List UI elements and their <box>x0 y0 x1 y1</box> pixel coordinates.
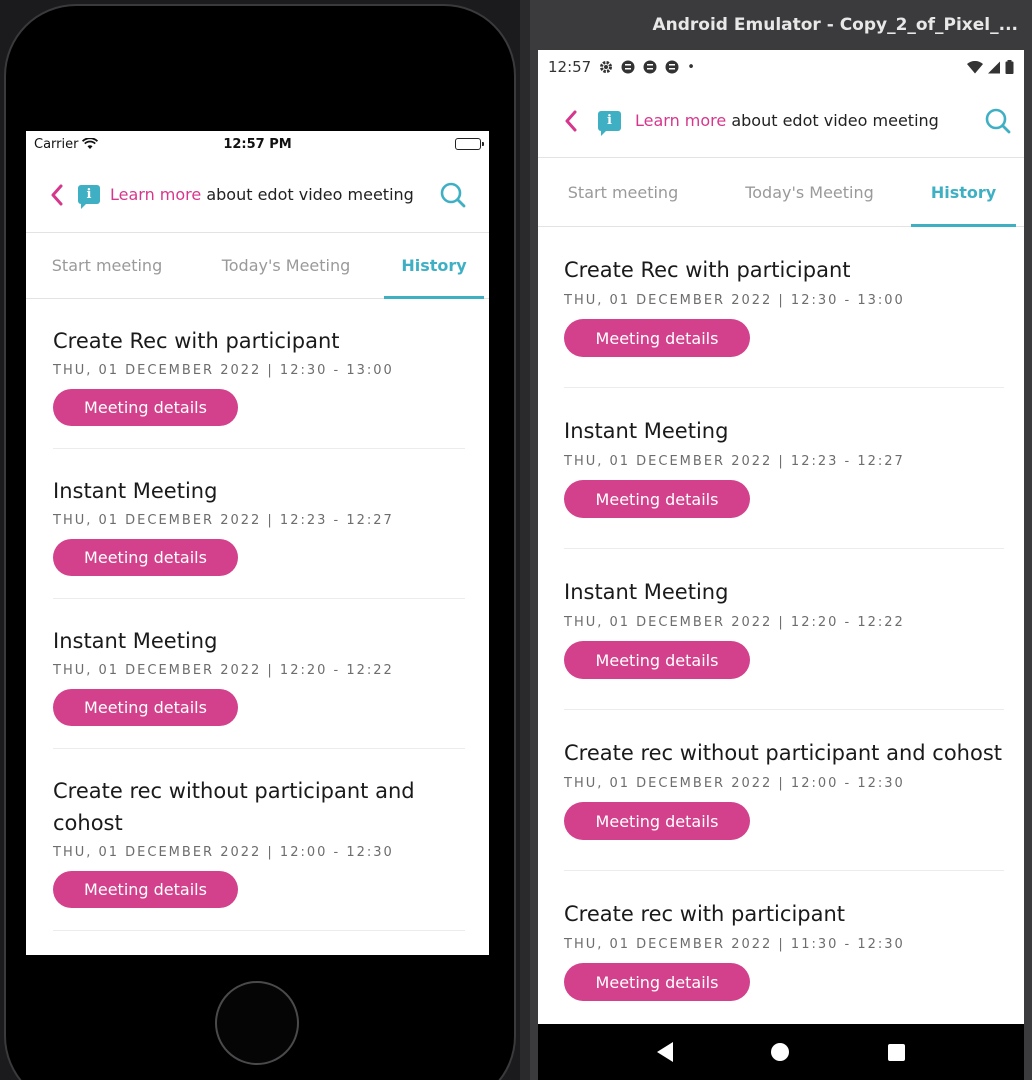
meeting-tabs: Start meeting Today's Meeting History <box>538 158 1024 227</box>
learn-more-banner[interactable]: Learn more about edot video meeting <box>635 111 939 130</box>
tab-todays-meeting[interactable]: Today's Meeting <box>188 233 384 298</box>
wifi-icon <box>967 60 983 73</box>
meeting-title: Create Rec with participant <box>53 329 340 353</box>
meeting-tabs: Start meeting Today's Meeting History <box>26 233 489 299</box>
android-clock: 12:57 <box>548 58 592 76</box>
meeting-datetime: THU, 01 DECEMBER 2022 | 12:30 - 13:00 <box>564 293 905 308</box>
meeting-title: Instant Meeting <box>564 580 729 604</box>
list-item: Create rec with participant THU, 01 DECE… <box>564 871 1004 1024</box>
meeting-details-button[interactable]: Meeting details <box>53 689 238 726</box>
meeting-details-button[interactable]: Meeting details <box>564 802 750 840</box>
list-item: Instant Meeting THU, 01 DECEMBER 2022 | … <box>53 599 465 749</box>
android-status-bar: 12:57 • <box>538 50 1024 84</box>
android-nav-bar <box>538 1024 1024 1080</box>
back-chevron-icon[interactable] <box>50 184 64 206</box>
list-item: Create Rec with participant THU, 01 DECE… <box>53 299 465 449</box>
battery-icon <box>455 138 484 150</box>
more-notifications-dot-icon: • <box>687 59 695 75</box>
search-icon[interactable] <box>984 107 1012 135</box>
meeting-details-button[interactable]: Meeting details <box>53 389 238 426</box>
home-button[interactable] <box>215 981 299 1065</box>
learn-more-link[interactable]: Learn more <box>635 111 726 130</box>
meeting-datetime: THU, 01 DECEMBER 2022 | 12:23 - 12:27 <box>564 454 905 469</box>
info-chat-icon: i <box>598 110 621 136</box>
meeting-title: Instant Meeting <box>53 629 218 653</box>
meeting-title: Create rec without participant and cohos… <box>564 741 1002 765</box>
back-chevron-icon[interactable] <box>564 110 578 132</box>
meeting-details-button[interactable]: Meeting details <box>564 963 750 1001</box>
notification-icon <box>621 60 635 74</box>
info-chat-icon: i <box>78 185 100 209</box>
battery-icon <box>1005 60 1014 74</box>
ios-status-bar: Carrier 12:57 PM <box>26 131 489 157</box>
meeting-datetime: THU, 01 DECEMBER 2022 | 12:30 - 13:00 <box>53 363 394 378</box>
signal-icon <box>988 61 1000 73</box>
learn-more-text: about edot video meeting <box>201 185 414 204</box>
nav-recents-icon[interactable] <box>887 1043 905 1061</box>
learn-more-text: about edot video meeting <box>726 111 939 130</box>
tab-todays-meeting[interactable]: Today's Meeting <box>708 158 911 226</box>
meeting-datetime: THU, 01 DECEMBER 2022 | 12:00 - 12:30 <box>564 776 905 791</box>
learn-more-link[interactable]: Learn more <box>110 185 201 204</box>
ios-clock: 12:57 PM <box>223 136 292 152</box>
search-icon[interactable] <box>439 181 467 209</box>
meeting-datetime: THU, 01 DECEMBER 2022 | 11:30 - 12:30 <box>564 937 905 952</box>
meeting-details-button[interactable]: Meeting details <box>564 319 750 357</box>
tab-start-meeting[interactable]: Start meeting <box>538 158 708 226</box>
app-header: i Learn more about edot video meeting <box>26 157 489 233</box>
list-item: Instant Meeting THU, 01 DECEMBER 2022 | … <box>564 388 1004 549</box>
meeting-datetime: THU, 01 DECEMBER 2022 | 12:00 - 12:30 <box>53 845 394 860</box>
tab-history[interactable]: History <box>911 158 1016 227</box>
android-screen: 12:57 • i Learn more about edot video me… <box>538 50 1024 1024</box>
meeting-details-button[interactable]: Meeting details <box>564 641 750 679</box>
meeting-details-button[interactable]: Meeting details <box>53 539 238 576</box>
meeting-title: Instant Meeting <box>53 479 218 503</box>
history-list: Create Rec with participant THU, 01 DECE… <box>26 299 489 931</box>
meeting-title: Instant Meeting <box>564 419 729 443</box>
tab-start-meeting[interactable]: Start meeting <box>26 233 188 298</box>
list-item: Create Rec with participant THU, 01 DECE… <box>564 227 1004 388</box>
ios-screen: Carrier 12:57 PM i Learn more about edot… <box>26 131 489 955</box>
list-item: Create rec without participant and cohos… <box>53 749 465 931</box>
app-header: i Learn more about edot video meeting <box>538 84 1024 158</box>
emulator-window-title: Android Emulator - Copy_2_of_Pixel_... <box>652 15 1018 35</box>
list-item: Instant Meeting THU, 01 DECEMBER 2022 | … <box>564 549 1004 710</box>
gear-icon <box>600 61 613 73</box>
history-list: Create Rec with participant THU, 01 DECE… <box>538 227 1024 1024</box>
learn-more-banner[interactable]: Learn more about edot video meeting <box>110 185 414 204</box>
tab-history[interactable]: History <box>384 233 484 299</box>
meeting-title: Create rec without participant and cohos… <box>53 779 415 835</box>
list-item: Create rec without participant and cohos… <box>564 710 1004 871</box>
notification-icon <box>643 60 657 74</box>
meeting-datetime: THU, 01 DECEMBER 2022 | 12:23 - 12:27 <box>53 513 394 528</box>
ios-simulator: Carrier 12:57 PM i Learn more about edot… <box>0 0 520 1080</box>
meeting-details-button[interactable]: Meeting details <box>53 871 238 908</box>
meeting-details-button[interactable]: Meeting details <box>564 480 750 518</box>
meeting-datetime: THU, 01 DECEMBER 2022 | 12:20 - 12:22 <box>564 615 905 630</box>
meeting-title: Create rec with participant <box>564 902 846 926</box>
meeting-title: Create Rec with participant <box>564 258 851 282</box>
notification-icon <box>665 60 679 74</box>
meeting-datetime: THU, 01 DECEMBER 2022 | 12:20 - 12:22 <box>53 663 394 678</box>
list-item: Instant Meeting THU, 01 DECEMBER 2022 | … <box>53 449 465 599</box>
nav-back-icon[interactable] <box>657 1042 674 1062</box>
nav-home-icon[interactable] <box>771 1043 790 1061</box>
